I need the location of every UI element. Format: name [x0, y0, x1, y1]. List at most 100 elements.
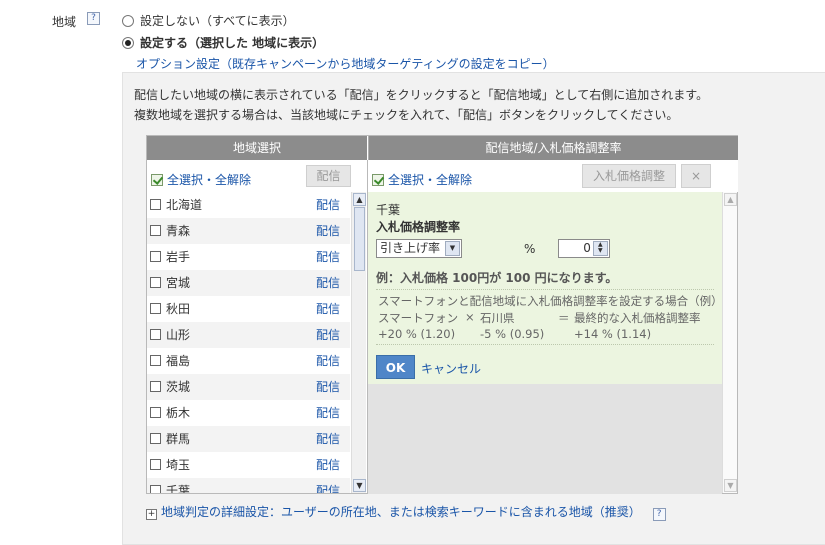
left-toolbar: 全選択・全解除 配信	[147, 160, 367, 192]
selected-regions-area: 千葉 入札価格調整率 引き上げ率 ▼ 0 ▲ ▼ % 例：入札価格 100円が 1…	[368, 192, 723, 494]
percent-input-value: 0	[583, 241, 591, 255]
radio-no-target-label: 設定しない（すべてに表示）	[140, 14, 295, 28]
region-name: 北海道	[166, 198, 203, 212]
region-row: 栃木 配信	[147, 400, 350, 426]
remove-button[interactable]: ×	[681, 164, 711, 188]
region-row: 宮城 配信	[147, 270, 350, 296]
region-deliver-link[interactable]: 配信	[316, 478, 340, 493]
region-name: 山形	[166, 328, 191, 342]
right-header: 配信地域/入札価格調整率	[368, 136, 738, 160]
region-deliver-link[interactable]: 配信	[316, 218, 340, 244]
instruction-line-1: 配信したい地域の横に表示されている「配信」をクリックすると「配信地域」として右側…	[134, 88, 709, 102]
region-checkbox[interactable]	[150, 381, 161, 392]
scroll-up-icon[interactable]: ▲	[353, 193, 366, 206]
note-col2-val: -5 % (0.95)	[480, 327, 545, 341]
region-deliver-link[interactable]: 配信	[316, 374, 340, 400]
direction-select[interactable]: 引き上げ率 ▼	[376, 239, 462, 258]
selected-regions-scrollbar[interactable]: ▲ ▼	[722, 192, 737, 493]
region-name: 茨城	[166, 380, 191, 394]
deliver-button[interactable]: 配信	[306, 165, 351, 187]
check-icon[interactable]	[372, 174, 384, 186]
region-checkbox[interactable]	[150, 329, 161, 340]
region-checkbox[interactable]	[150, 355, 161, 366]
region-deliver-link[interactable]: 配信	[316, 244, 340, 270]
region-selector-box: 地域選択 配信地域/入札価格調整率 全選択・全解除 配信 北海道 配信 青森 配信 岩手…	[146, 135, 738, 494]
note-title: スマートフォンと配信地域に入札価格調整率を設定する場合（例）	[378, 294, 723, 308]
region-deliver-link[interactable]: 配信	[316, 270, 340, 296]
region-name: 秋田	[166, 302, 191, 316]
scroll-down-icon[interactable]: ▼	[353, 479, 366, 492]
percent-input[interactable]: 0 ▲ ▼	[557, 239, 610, 258]
region-name: 栃木	[166, 406, 191, 420]
radio-icon[interactable]	[122, 15, 134, 27]
left-header: 地域選択	[147, 136, 367, 160]
radio-selected-icon[interactable]	[122, 37, 134, 49]
help-icon[interactable]: ?	[652, 508, 666, 521]
ok-button[interactable]: OK	[376, 355, 415, 379]
scroll-up-icon[interactable]: ▲	[724, 193, 737, 206]
region-checkbox[interactable]	[150, 225, 161, 236]
region-deliver-link[interactable]: 配信	[316, 322, 340, 348]
region-name: 福島	[166, 354, 191, 368]
percent-unit: %	[524, 242, 536, 256]
note-col1-head: スマートフォン	[378, 311, 459, 325]
radio-no-target[interactable]: 設定しない（すべてに表示）	[122, 12, 295, 29]
region-checkbox[interactable]	[150, 199, 161, 210]
region-row: 秋田 配信	[147, 296, 350, 322]
right-toolbar: 全選択・全解除 入札価格調整 ×	[368, 160, 738, 192]
region-name: 群馬	[166, 432, 191, 446]
cancel-link[interactable]: キャンセル	[421, 360, 481, 377]
right-select-all[interactable]: 全選択・全解除	[372, 171, 472, 188]
region-deliver-link[interactable]: 配信	[316, 400, 340, 426]
copy-settings-link[interactable]: オプション設定（既存キャンペーンから地域ターゲティングの設定をコピー）	[136, 55, 555, 72]
note-col3-head: 最終的な入札価格調整率	[574, 311, 701, 325]
region-checkbox[interactable]	[150, 251, 161, 262]
left-select-all[interactable]: 全選択・全解除	[151, 171, 251, 188]
region-row: 山形 配信	[147, 322, 350, 348]
left-select-all-label[interactable]: 全選択・全解除	[167, 173, 251, 187]
region-deliver-link[interactable]: 配信	[316, 348, 340, 374]
region-name: 岩手	[166, 250, 191, 264]
check-icon[interactable]	[151, 174, 163, 186]
radio-target[interactable]: 設定する（選択した 地域に表示）	[122, 34, 324, 51]
stepper-icon[interactable]: ▲ ▼	[592, 241, 608, 256]
radio-target-label: 設定する（選択した 地域に表示）	[140, 36, 325, 50]
region-row: 岩手 配信	[147, 244, 350, 270]
region-checkbox[interactable]	[150, 459, 161, 470]
scroll-thumb[interactable]	[354, 207, 365, 271]
region-name: 千葉	[166, 484, 191, 493]
chevron-down-icon[interactable]: ▼	[445, 241, 460, 256]
region-checkbox[interactable]	[150, 485, 161, 493]
region-deliver-link[interactable]: 配信	[316, 192, 340, 218]
region-list-scrollbar[interactable]: ▲ ▼	[351, 192, 366, 493]
region-name: 青森	[166, 224, 191, 238]
region-row: 茨城 配信	[147, 374, 350, 400]
note-col3-val: +14 % (1.14)	[574, 327, 652, 341]
region-row: 群馬 配信	[147, 426, 350, 452]
right-select-all-label[interactable]: 全選択・全解除	[388, 173, 472, 187]
advanced-settings[interactable]: + 地域判定の詳細設定：ユーザーの所在地、または検索キーワードに含まれる地域（推奨…	[146, 503, 666, 521]
help-icon[interactable]: ?	[87, 12, 100, 25]
bid-adjust-button[interactable]: 入札価格調整	[582, 164, 676, 188]
region-checkbox[interactable]	[150, 407, 161, 418]
note-op1: ×	[465, 310, 475, 324]
region-checkbox[interactable]	[150, 433, 161, 444]
region-row: 北海道 配信	[147, 192, 350, 218]
expand-icon[interactable]: +	[146, 509, 157, 520]
region-list: 北海道 配信 青森 配信 岩手 配信 宮城 配信 秋田 配信 山形 配信 福島 配信 茨城 配信 栃木 配信 群馬配…	[147, 192, 350, 493]
scroll-down-icon[interactable]: ▼	[724, 479, 737, 492]
bid-adjust-editor: 千葉 入札価格調整率 引き上げ率 ▼ 0 ▲ ▼ % 例：入札価格 100円が 1…	[368, 192, 723, 384]
region-checkbox[interactable]	[150, 277, 161, 288]
advanced-settings-link[interactable]: 地域判定の詳細設定：ユーザーの所在地、または検索キーワードに含まれる地域（推奨）	[161, 505, 641, 519]
region-name: 埼玉	[166, 458, 191, 472]
region-row: 青森 配信	[147, 218, 350, 244]
direction-select-value: 引き上げ率	[380, 241, 441, 255]
smartphone-note: スマートフォンと配信地域に入札価格調整率を設定する場合（例） スマートフォン ×…	[376, 289, 723, 345]
note-op2: ＝	[558, 311, 570, 325]
region-deliver-link[interactable]: 配信	[316, 426, 340, 452]
region-checkbox[interactable]	[150, 303, 161, 314]
region-deliver-link[interactable]: 配信	[316, 296, 340, 322]
region-row: 千葉 配信	[147, 478, 350, 493]
region-deliver-link[interactable]: 配信	[316, 452, 340, 478]
bid-example: 例：入札価格 100円が 100 円になります。	[376, 271, 618, 285]
